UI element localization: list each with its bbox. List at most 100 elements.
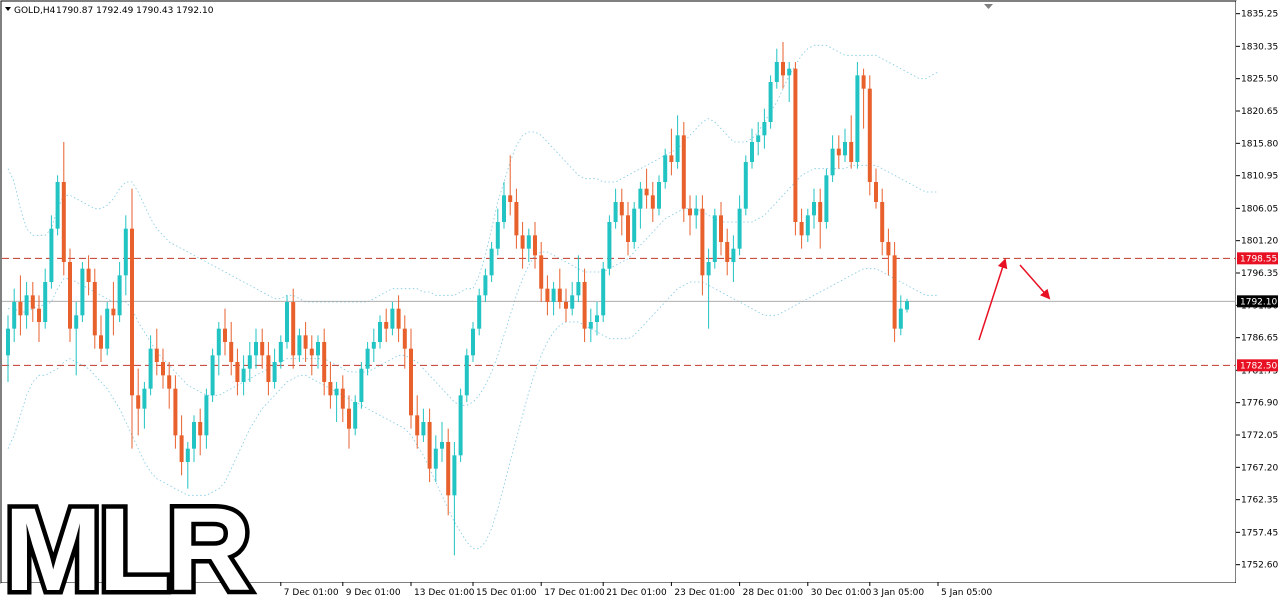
candle-body — [384, 322, 389, 329]
candle-body — [55, 182, 60, 229]
candle-body — [694, 208, 699, 216]
candle-body — [99, 335, 103, 349]
candle-body — [347, 408, 351, 429]
time-tick-label: 15 Dec 01:00 — [476, 588, 537, 598]
time-tick-label: 23 Dec 01:00 — [674, 588, 735, 598]
candle-body — [272, 362, 277, 382]
candle-body — [533, 235, 537, 256]
candle-body — [123, 228, 128, 276]
candle-body — [278, 342, 283, 362]
candle-body — [657, 182, 661, 209]
candle-body — [161, 362, 165, 376]
candle-body — [892, 255, 897, 329]
time-tick-label: 30 Dec 01:00 — [811, 588, 872, 598]
candle-body — [285, 302, 289, 342]
candle-body — [818, 202, 823, 222]
candle-body — [322, 342, 327, 382]
candle-body — [743, 162, 748, 209]
candle-body — [303, 335, 308, 349]
candlestick-chart[interactable]: GOLD,H4 1790.87 1792.49 1790.43 1792.10 … — [0, 0, 1280, 602]
chart-window: GOLD,H4 1790.87 1792.49 1790.43 1792.10 … — [0, 0, 1280, 602]
candle-body — [588, 322, 593, 329]
level-price-tag-1: 1782.50 — [1240, 361, 1277, 371]
time-tick-label: 21 Dec 01:00 — [606, 588, 667, 598]
price-tick-label: 1806.05 — [1241, 204, 1278, 214]
candle-body — [68, 262, 72, 329]
candle-body — [799, 222, 804, 236]
candle-body — [619, 202, 624, 216]
price-tick-label: 1796.35 — [1241, 269, 1278, 279]
current-price-tag: 1792.10 — [1240, 297, 1277, 307]
candle-body — [613, 202, 618, 222]
price-tick-label: 1762.35 — [1241, 496, 1278, 506]
candle-body — [421, 422, 426, 436]
candle-body — [564, 302, 568, 309]
candle-body — [80, 268, 85, 316]
candle-body — [781, 62, 785, 76]
candle-body — [340, 388, 345, 409]
candle-body — [700, 208, 705, 276]
candle-body — [644, 188, 649, 196]
candle-body — [396, 308, 401, 329]
candle-body — [706, 262, 711, 276]
candle-body — [74, 315, 79, 329]
candle-body — [861, 75, 866, 89]
candle-body — [297, 335, 302, 356]
candle-body — [433, 448, 438, 469]
candle-body — [204, 395, 209, 436]
price-tick-label: 1830.35 — [1241, 42, 1278, 52]
candle-body — [675, 135, 680, 162]
candle-body — [173, 388, 178, 436]
candle-body — [198, 422, 203, 436]
candle-body — [539, 255, 544, 289]
price-tick-label: 1801.20 — [1241, 237, 1278, 247]
candle-body — [359, 368, 364, 402]
price-tick-label: 1776.90 — [1241, 399, 1278, 409]
candle-body — [768, 82, 773, 122]
candle-body — [483, 275, 488, 296]
candle-body — [247, 355, 252, 369]
candle-body — [415, 415, 420, 436]
price-tick-label: 1810.95 — [1241, 172, 1278, 182]
candle-body — [446, 442, 451, 496]
candle-body — [409, 348, 413, 416]
candle-body — [582, 282, 587, 329]
candle-body — [545, 288, 550, 302]
time-tick-label: 13 Dec 01:00 — [414, 588, 475, 598]
candle-body — [254, 342, 258, 356]
candle-body — [142, 388, 147, 409]
candle-body — [880, 202, 885, 242]
candle-body — [179, 435, 184, 462]
candle-body — [886, 242, 891, 256]
candle-body — [502, 195, 506, 222]
candle-body — [898, 308, 903, 329]
candle-body — [49, 228, 54, 282]
candle-body — [328, 382, 333, 396]
candle-body — [626, 215, 630, 242]
candle-body — [223, 328, 227, 342]
candle-body — [37, 308, 41, 322]
time-tick-label: 28 Dec 01:00 — [743, 588, 804, 598]
candle-body — [495, 222, 500, 249]
candle-body — [601, 268, 606, 316]
candle-body — [309, 348, 314, 356]
candle-body — [867, 88, 872, 182]
price-tick-label: 1772.05 — [1241, 431, 1278, 441]
candle-body — [787, 68, 792, 76]
candle-body — [61, 182, 66, 262]
candle-body — [520, 235, 525, 249]
candle-body — [669, 155, 674, 162]
candle-body — [750, 142, 754, 162]
candle-body — [192, 422, 196, 449]
price-tick-label: 1815.80 — [1241, 139, 1278, 149]
candle-body — [24, 295, 29, 316]
candle-body — [762, 122, 767, 136]
candle-body — [489, 248, 494, 276]
candle-body — [86, 268, 91, 282]
candle-body — [117, 275, 122, 316]
candle-body — [464, 355, 469, 396]
candle-body — [378, 322, 382, 342]
candle-body — [229, 342, 234, 362]
candle-body — [595, 315, 599, 322]
candle-body — [830, 148, 835, 176]
